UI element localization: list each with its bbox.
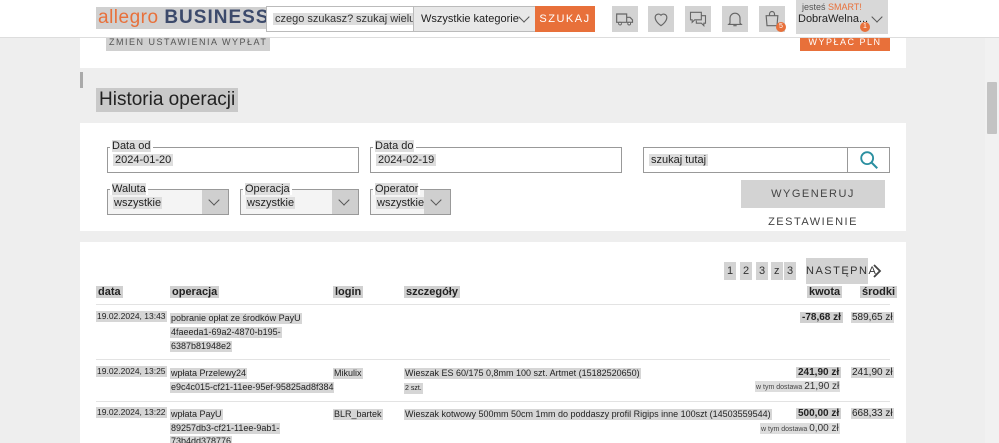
page-title: Historia operacji: [96, 88, 239, 112]
cell-amount: -78,68 zł: [800, 312, 843, 323]
chevron-down-icon: [430, 194, 442, 206]
operation-select-value: wszystkie: [246, 197, 296, 209]
row-divider: [96, 401, 890, 402]
section-marker: [80, 72, 83, 88]
page-1-link[interactable]: 1: [724, 262, 737, 280]
cell-details[interactable]: Wieszak ES 60/175 0,8mm 100 szt. Artmet …: [404, 368, 641, 379]
cell-operation-id-cont[interactable]: 73b4dd378776: [170, 436, 233, 443]
cell-operation: wpłata Przelewy24: [170, 368, 248, 379]
operation-label: Operacja: [243, 183, 292, 195]
change-payout-settings-button[interactable]: ZMIEŃ USTAWIENIA WYPŁAT: [106, 38, 271, 51]
date-from-value: 2024-01-20: [113, 154, 174, 166]
cell-funds: 241,90 zł: [851, 367, 894, 378]
generate-report-button[interactable]: WYGENERUJ ZESTAWIENIE: [741, 180, 885, 228]
page-3-link[interactable]: 3: [756, 262, 769, 280]
chevron-down-icon: [338, 194, 350, 206]
account-name: DobraWelna...: [798, 13, 869, 25]
page-2-link[interactable]: 2: [740, 262, 753, 280]
cell-date: 19.02.2024, 13:22: [96, 407, 167, 418]
delivery-icon[interactable]: [612, 6, 638, 32]
chevron-down-icon: [871, 11, 883, 23]
cell-login[interactable]: BLR_bartek: [333, 409, 383, 420]
row-divider: [96, 304, 890, 305]
col-header-login: login: [333, 286, 364, 298]
search-placeholder: czego szukasz?: [273, 13, 356, 25]
cell-amount: 500,00 zł: [796, 408, 842, 419]
operations-search-placeholder: szukaj tutaj: [649, 154, 709, 166]
bell-icon[interactable]: [722, 6, 748, 32]
operator-label: Operator: [373, 183, 421, 195]
category-select[interactable]: Wszystkie kategorie: [413, 6, 536, 32]
page-total: 3: [784, 262, 797, 280]
cell-operation-id[interactable]: e9c4c015-cf21-11ee-95ef-95825ad8f384: [170, 382, 335, 393]
currency-label: Waluta: [110, 183, 148, 195]
cart-count-badge: 5: [776, 22, 786, 32]
cell-operation-id[interactable]: 4faeeda1-69a2-4870-b195-: [170, 327, 282, 338]
cell-operation-id[interactable]: 89257db3-cf21-11ee-9ab1-: [170, 423, 281, 434]
operator-select-value: wszystkie: [376, 197, 426, 209]
cell-amount: 241,90 zł: [796, 367, 842, 378]
cell-operation-id-cont[interactable]: 6387b81948e2: [170, 341, 233, 352]
date-to-label: Data do: [373, 140, 416, 152]
search-multiple-toggle[interactable]: szukaj wielu: [354, 13, 418, 25]
cell-operation: pobranie opłat ze środków PayU: [170, 313, 302, 324]
cell-details[interactable]: Wieszak kotwowy 500mm 50cm 1mm do poddas…: [404, 409, 772, 420]
operations-search-button[interactable]: [847, 147, 890, 173]
cell-funds: 668,33 zł: [851, 408, 894, 419]
page-of-label: z: [771, 262, 783, 280]
category-select-value: Wszystkie kategorie: [421, 13, 519, 25]
date-to-value: 2024-02-19: [376, 154, 437, 166]
col-header-operation: operacja: [170, 286, 220, 298]
messages-icon[interactable]: [685, 6, 711, 32]
col-header-funds: środki: [860, 286, 898, 298]
heart-icon[interactable]: [648, 6, 674, 32]
cell-operation: wpłata PayU: [170, 409, 223, 420]
operations-search-input[interactable]: szukaj tutaj: [643, 147, 848, 173]
payout-strip: ZMIEŃ USTAWIENIA WYPŁAT WYPŁAĆ PLN: [80, 38, 906, 68]
allegro-business-logo[interactable]: allegro BUSINESS: [96, 7, 272, 29]
cell-date: 19.02.2024, 13:25: [96, 366, 167, 377]
cell-shipping: w tym dostawa 21,90 zł: [755, 381, 841, 392]
account-badge: 1: [860, 22, 870, 32]
next-page-button[interactable]: NASTĘPNA: [806, 258, 876, 284]
cell-quantity: 2 szt.: [404, 383, 423, 394]
chevron-right-icon[interactable]: [871, 263, 883, 279]
payout-pln-button[interactable]: WYPŁAĆ PLN: [800, 38, 890, 51]
cell-login[interactable]: Mikulix: [333, 368, 363, 379]
search-button[interactable]: SZUKAJ: [535, 6, 595, 32]
chevron-down-icon: [208, 194, 220, 206]
col-header-amount: kwota: [807, 286, 843, 298]
chevron-down-icon: [518, 11, 530, 23]
account-menu[interactable]: jesteś SMART! DobraWelna...: [796, 0, 888, 34]
search-icon: [859, 151, 878, 169]
date-from-label: Data od: [110, 140, 153, 152]
col-header-details: szczegóły: [404, 286, 460, 298]
page-scrollbar-thumb[interactable]: [987, 82, 997, 134]
currency-select-value: wszystkie: [113, 197, 163, 209]
cell-shipping: w tym dostawa 0,00 zł: [760, 423, 840, 434]
cell-funds: 589,65 zł: [851, 312, 894, 323]
row-divider: [96, 359, 890, 360]
cell-date: 19.02.2024, 13:43: [96, 311, 167, 322]
account-status: jesteś SMART!: [802, 2, 862, 12]
col-header-date: data: [96, 286, 123, 298]
